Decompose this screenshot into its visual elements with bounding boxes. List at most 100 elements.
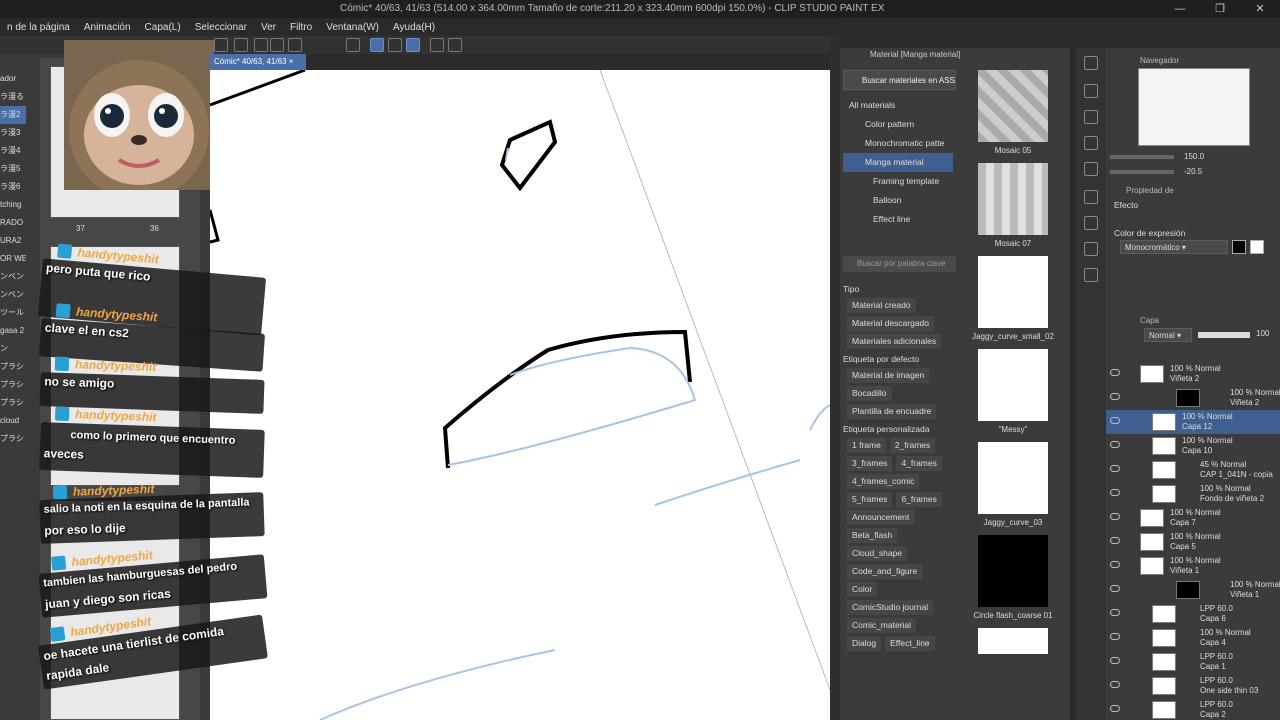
layer-row[interactable]: 100 % Normal Capa 10 <box>1106 434 1280 458</box>
transform-icon[interactable] <box>214 38 228 52</box>
label-14[interactable]: gasa 2 <box>0 322 26 340</box>
tree-item-balloon[interactable]: Balloon <box>843 191 953 210</box>
layer-row[interactable]: 100 % Normal Capa 7 <box>1106 506 1280 530</box>
eye-icon[interactable] <box>1110 537 1120 544</box>
material-thumb-jaggy-small[interactable] <box>978 256 1048 328</box>
tag-button[interactable]: Comic_material <box>847 618 917 633</box>
special-ruler-icon[interactable] <box>406 38 420 52</box>
label-9[interactable]: URA2 <box>0 232 26 250</box>
eye-icon[interactable] <box>1110 369 1120 376</box>
label-2[interactable]: ラ漫2 <box>0 106 26 124</box>
maximize-button[interactable]: ❐ <box>1200 0 1240 18</box>
layer-row[interactable]: 100 % Normal Viñeta 1 <box>1106 554 1280 578</box>
tag-button[interactable]: Cloud_shape <box>847 546 908 561</box>
label-16[interactable]: プラシ <box>0 358 26 376</box>
eye-icon[interactable] <box>1110 585 1120 592</box>
label-15[interactable]: ン <box>0 340 26 358</box>
material-thumb-circle-flash[interactable] <box>978 535 1048 607</box>
menu-window[interactable]: Ventana(W) <box>319 22 386 33</box>
search-icon[interactable] <box>1084 216 1098 230</box>
layer-search-icon[interactable] <box>1084 242 1098 256</box>
tag-button[interactable]: Materiales adicionales <box>847 334 942 349</box>
drawing-canvas[interactable] <box>210 70 830 720</box>
eye-icon[interactable] <box>1110 633 1120 640</box>
grid-icon[interactable] <box>254 38 268 52</box>
label-6[interactable]: ラ漫6 <box>0 178 26 196</box>
label-7[interactable]: tching <box>0 196 26 214</box>
history-icon[interactable] <box>1084 84 1098 98</box>
tag-button[interactable]: 4_frames <box>896 456 942 471</box>
tree-item-effect-line[interactable]: Effect line <box>843 210 953 229</box>
tree-item-manga-material[interactable]: Manga material <box>843 153 953 172</box>
image-icon[interactable] <box>1084 136 1098 150</box>
help-icon[interactable] <box>448 38 462 52</box>
eye-icon[interactable] <box>1110 657 1120 664</box>
tag-button[interactable]: Code_and_figure <box>847 564 923 579</box>
eye-icon[interactable] <box>1110 561 1120 568</box>
book-icon[interactable] <box>1084 268 1098 282</box>
tree-item-monochromatic[interactable]: Monochromatic patte <box>843 134 953 153</box>
tag-button[interactable]: Material descargado <box>847 316 935 331</box>
eye-icon[interactable] <box>1110 417 1120 424</box>
label-13[interactable]: ツール <box>0 304 26 322</box>
tag-button[interactable]: 2_frames <box>889 438 936 453</box>
tag-button[interactable]: 1 frame <box>847 438 886 453</box>
eye-icon[interactable] <box>1110 489 1120 496</box>
panel-divider[interactable] <box>830 36 840 720</box>
label-19[interactable]: cloud <box>0 412 26 430</box>
tag-button[interactable]: Material de imagen <box>847 368 930 383</box>
layer-row[interactable]: 100 % Normal Capa 4 <box>1106 626 1280 650</box>
keyword-search-input[interactable]: Buscar por palabra clave <box>843 256 956 272</box>
tag-button[interactable]: Bocadillo <box>847 386 892 401</box>
zoom-slider[interactable] <box>1110 155 1174 159</box>
close-button[interactable]: ✕ <box>1240 0 1280 18</box>
tag-button[interactable]: 6_frames <box>896 492 942 507</box>
tag-button[interactable]: Dialog <box>847 636 882 651</box>
tag-button[interactable]: 4_frames_comic <box>847 474 920 489</box>
eye-icon[interactable] <box>1110 609 1120 616</box>
navigator-preview[interactable] <box>1138 68 1250 146</box>
tag-button[interactable]: Beta_flash <box>847 528 898 543</box>
ruler-snap-icon[interactable] <box>370 38 384 52</box>
eye-icon[interactable] <box>1110 705 1120 712</box>
label-0[interactable]: ador <box>0 70 26 88</box>
label-1[interactable]: ラ漫る <box>0 88 26 106</box>
tag-button[interactable]: ComicStudio journal <box>847 600 934 615</box>
tag-button[interactable]: Plantilla de encuadre <box>847 404 937 419</box>
search-assets-button[interactable]: Buscar materiales en ASSETS <box>843 70 956 90</box>
rotation-slider[interactable] <box>1110 170 1174 174</box>
layer-row[interactable]: 100 % Normal Capa 5 <box>1106 530 1280 554</box>
label-18[interactable]: プラシ <box>0 394 26 412</box>
layer-row[interactable]: 100 % Normal Viñeta 2 <box>1106 362 1280 386</box>
tag-button[interactable]: 5_frames <box>847 492 893 507</box>
layer-row[interactable]: LPP 60.0 Capa 2 <box>1106 698 1280 720</box>
layer-row[interactable]: 100 % Normal Capa 12 <box>1106 410 1280 434</box>
tag-button[interactable]: Material creado <box>847 298 916 313</box>
label-12[interactable]: ンベン <box>0 286 26 304</box>
material-thumb-mosaic-07[interactable] <box>978 163 1048 235</box>
material-thumb-next[interactable] <box>978 628 1048 654</box>
minimize-button[interactable]: — <box>1160 0 1200 18</box>
eye-icon[interactable] <box>1110 441 1120 448</box>
material-thumb-messy[interactable] <box>978 349 1048 421</box>
menu-page[interactable]: n de la página <box>0 22 77 33</box>
canvas-tab[interactable]: Cómic* 40/63, 41/63 × <box>210 54 306 70</box>
black-swatch[interactable] <box>1232 240 1246 254</box>
label-8[interactable]: RADO <box>0 214 26 232</box>
gear-icon[interactable] <box>234 38 248 52</box>
select-icon[interactable] <box>346 38 360 52</box>
material-thumb-mosaic-05[interactable] <box>978 70 1048 142</box>
pen-snap-icon[interactable] <box>388 38 402 52</box>
label-20[interactable]: プラシ <box>0 430 26 448</box>
crop-icon[interactable] <box>288 38 302 52</box>
layer-row[interactable]: 45 % Normal CAP 1_041N - copia <box>1106 458 1280 482</box>
fill-icon[interactable] <box>270 38 284 52</box>
label-11[interactable]: ンベン <box>0 268 26 286</box>
layer-row[interactable]: 100 % Normal Fondo de viñeta 2 <box>1106 482 1280 506</box>
label-5[interactable]: ラ漫5 <box>0 160 26 178</box>
tree-item-framing-template[interactable]: Framing template <box>843 172 953 191</box>
layer-folder-row[interactable]: 100 % Normal Viñeta 2 <box>1106 386 1280 410</box>
menu-animation[interactable]: Animación <box>77 22 138 33</box>
eye-icon[interactable] <box>1110 681 1120 688</box>
eye-icon[interactable] <box>1110 465 1120 472</box>
